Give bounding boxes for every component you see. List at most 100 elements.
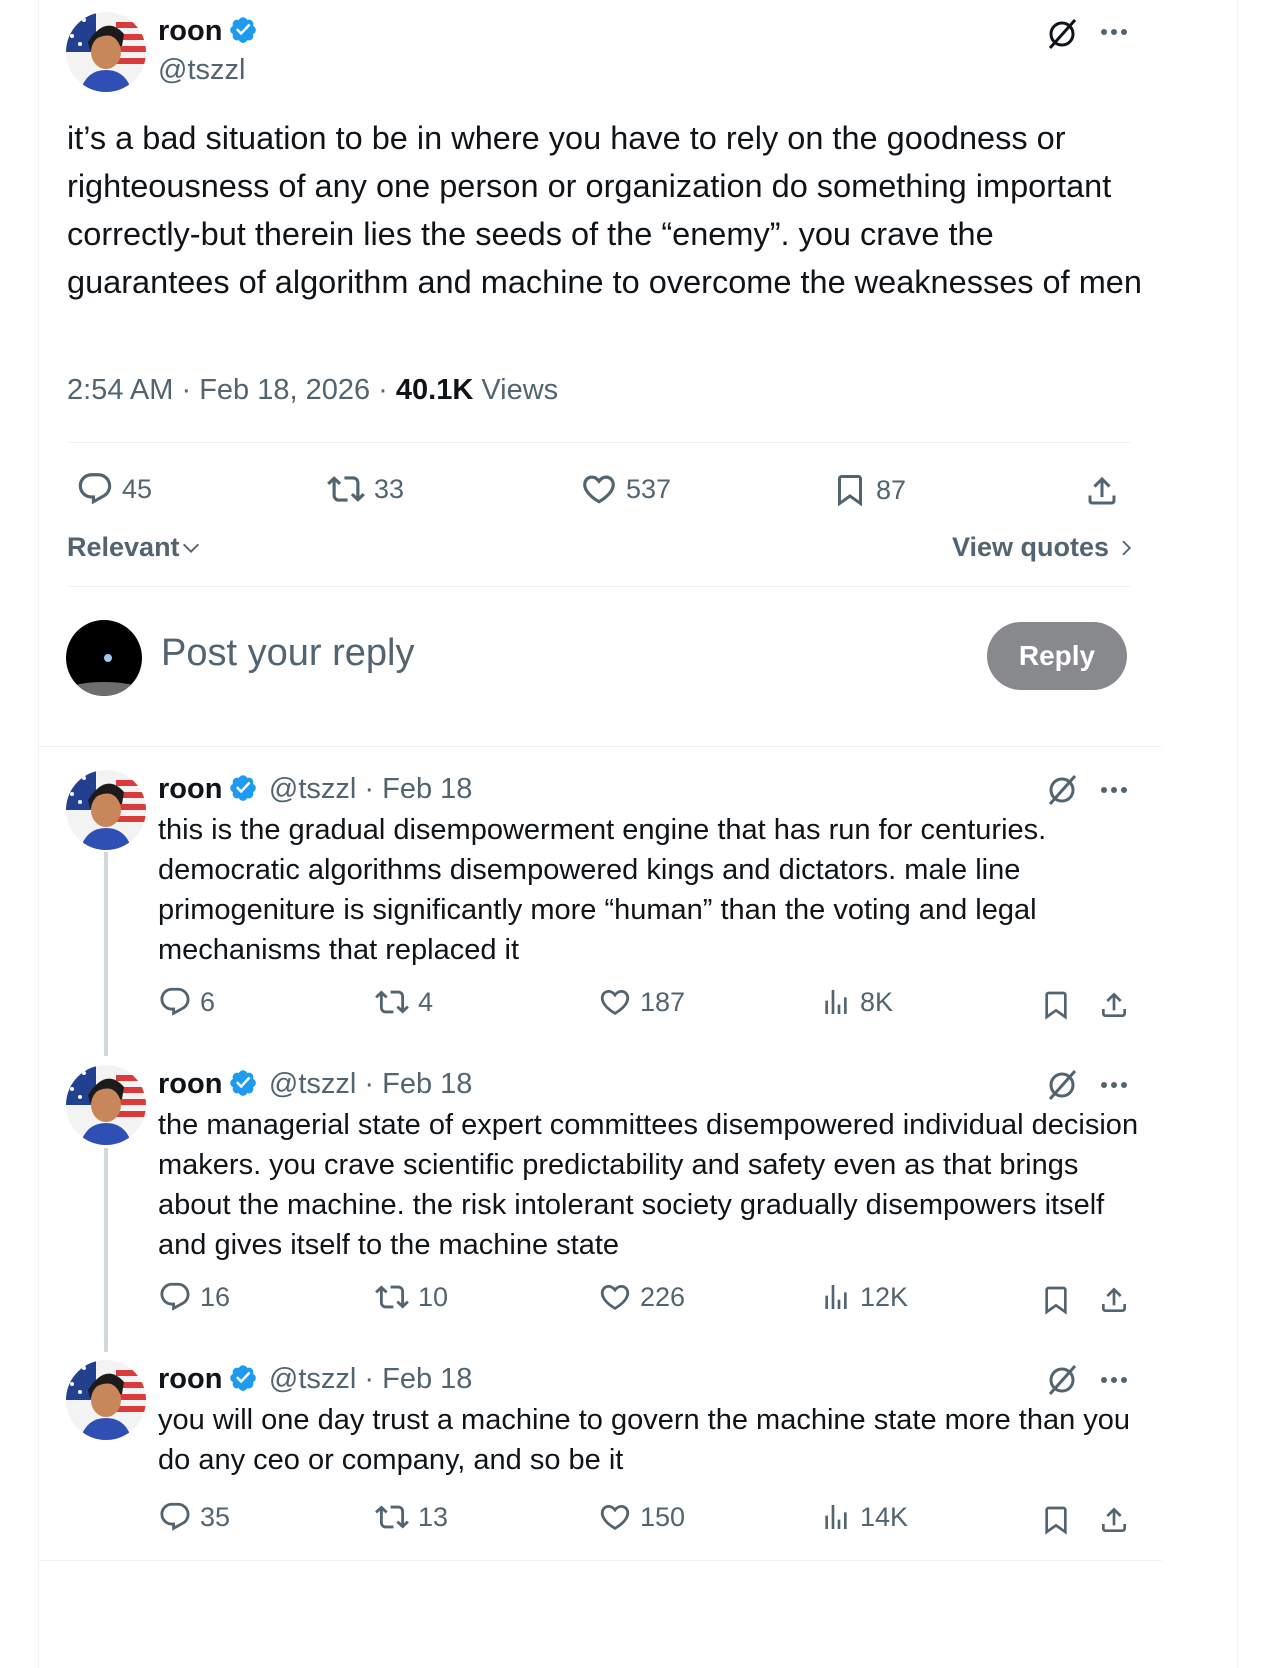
more-icon[interactable]	[1098, 1368, 1130, 1397]
views-count: 14K	[860, 1501, 909, 1532]
bookmark-icon	[838, 475, 862, 507]
like-count: 537	[626, 473, 672, 504]
share-icon[interactable]	[1098, 987, 1130, 1028]
view-quotes-link[interactable]: View quotes	[952, 532, 1135, 563]
author-avatar[interactable]	[66, 12, 146, 92]
author-name[interactable]: roon	[158, 1068, 222, 1100]
grok-icon[interactable]	[1044, 1362, 1080, 1403]
repost-icon	[375, 1285, 409, 1309]
like-icon	[600, 1284, 630, 1310]
bookmark-count: 87	[876, 474, 907, 505]
repost-count: 33	[374, 473, 405, 504]
thread-connector	[104, 852, 108, 1056]
reply-stat[interactable]: 35	[158, 1500, 230, 1534]
author-handle[interactable]: @tszzl	[158, 54, 245, 87]
author-name[interactable]: roon	[158, 1363, 222, 1395]
like-icon	[600, 1504, 630, 1530]
divider	[38, 1560, 1162, 1561]
grok-icon[interactable]	[1044, 16, 1080, 57]
like-count: 226	[640, 1281, 686, 1312]
post-text: it’s a bad situation to be in where you …	[67, 120, 1142, 300]
like-stat[interactable]: 537	[580, 470, 671, 508]
repost-stat[interactable]: 13	[374, 1500, 448, 1534]
author-line: roon	[158, 15, 258, 48]
reply-icon	[160, 1282, 190, 1311]
views-count: 40.1K	[395, 374, 474, 406]
verified-badge-icon	[230, 775, 257, 801]
bookmark-stat[interactable]: 87	[832, 470, 906, 510]
reply-stat[interactable]: 6	[158, 985, 215, 1019]
verified-badge-icon	[230, 1070, 257, 1096]
divider	[67, 442, 1131, 443]
chevron-down-icon	[182, 543, 199, 553]
more-icon[interactable]	[1098, 778, 1130, 807]
user-avatar[interactable]	[66, 620, 142, 696]
reply-icon	[160, 1502, 190, 1531]
sort-label: Relevant	[67, 532, 180, 562]
like-stat[interactable]: 150	[598, 1500, 685, 1534]
share-icon[interactable]	[1084, 472, 1120, 515]
grok-icon[interactable]	[1044, 772, 1080, 813]
views-label: Views	[481, 374, 559, 406]
reply-count: 6	[200, 986, 216, 1017]
reply-stat[interactable]: 16	[158, 1280, 230, 1314]
repost-icon	[375, 990, 409, 1014]
reply-header: roon @tszzl · Feb 18	[158, 773, 473, 805]
reply-header: roon @tszzl · Feb 18	[158, 1068, 473, 1100]
divider	[38, 746, 1162, 747]
post-date[interactable]: Feb 18	[382, 1363, 472, 1395]
author-handle[interactable]: @tszzl	[269, 1068, 356, 1100]
more-icon[interactable]	[1098, 20, 1130, 49]
author-name[interactable]: roon	[158, 773, 222, 805]
views-count: 12K	[860, 1281, 909, 1312]
post-time[interactable]: 2:54 AM	[67, 374, 173, 406]
reply-button[interactable]: Reply	[987, 622, 1127, 690]
repost-count: 10	[418, 1281, 449, 1312]
grok-icon[interactable]	[1044, 1067, 1080, 1108]
post-metadata: 2:54 AM · Feb 18, 2026 · 40.1K Views	[67, 374, 559, 406]
bookmark-icon[interactable]	[1040, 987, 1072, 1028]
like-icon	[600, 989, 630, 1015]
post-date[interactable]: Feb 18, 2026	[199, 374, 370, 406]
like-icon	[583, 475, 615, 504]
author-avatar[interactable]	[66, 1360, 146, 1440]
reply-icon	[160, 987, 190, 1016]
like-count: 150	[640, 1501, 686, 1532]
repost-count: 4	[418, 986, 434, 1017]
views-stat[interactable]: 8K	[820, 985, 893, 1019]
author-name[interactable]: roon	[158, 15, 222, 47]
reply-count: 16	[200, 1281, 231, 1312]
post-date[interactable]: Feb 18	[382, 773, 472, 805]
divider	[67, 586, 1131, 587]
like-stat[interactable]: 187	[598, 985, 685, 1019]
reply-text: the managerial state of expert committee…	[158, 1109, 1139, 1261]
author-avatar[interactable]	[66, 770, 146, 850]
verified-badge-icon	[230, 1365, 257, 1391]
views-icon	[825, 990, 847, 1014]
author-handle[interactable]: @tszzl	[269, 1363, 356, 1395]
reply-count: 45	[122, 473, 153, 504]
reply-header: roon @tszzl · Feb 18	[158, 1363, 473, 1395]
reply-icon	[78, 473, 112, 505]
more-icon[interactable]	[1098, 1073, 1130, 1102]
views-stat[interactable]: 12K	[820, 1280, 908, 1314]
post-date[interactable]: Feb 18	[382, 1068, 472, 1100]
share-icon[interactable]	[1098, 1282, 1130, 1323]
repost-stat[interactable]: 10	[374, 1280, 448, 1314]
chevron-right-icon	[1121, 540, 1131, 556]
repost-icon	[327, 476, 365, 502]
author-handle[interactable]: @tszzl	[269, 773, 356, 805]
views-stat[interactable]: 14K	[820, 1500, 908, 1534]
thread-connector	[104, 1148, 108, 1352]
bookmark-icon[interactable]	[1040, 1502, 1072, 1543]
bookmark-icon[interactable]	[1040, 1282, 1072, 1323]
reply-input[interactable]: Post your reply	[161, 632, 414, 675]
author-avatar[interactable]	[66, 1065, 146, 1145]
sort-dropdown[interactable]: Relevant	[67, 532, 202, 563]
share-icon[interactable]	[1098, 1502, 1130, 1543]
repost-icon	[375, 1505, 409, 1529]
repost-stat[interactable]: 4	[374, 985, 433, 1019]
repost-stat[interactable]: 33	[326, 470, 404, 508]
like-stat[interactable]: 226	[598, 1280, 685, 1314]
reply-stat[interactable]: 45	[76, 470, 152, 508]
